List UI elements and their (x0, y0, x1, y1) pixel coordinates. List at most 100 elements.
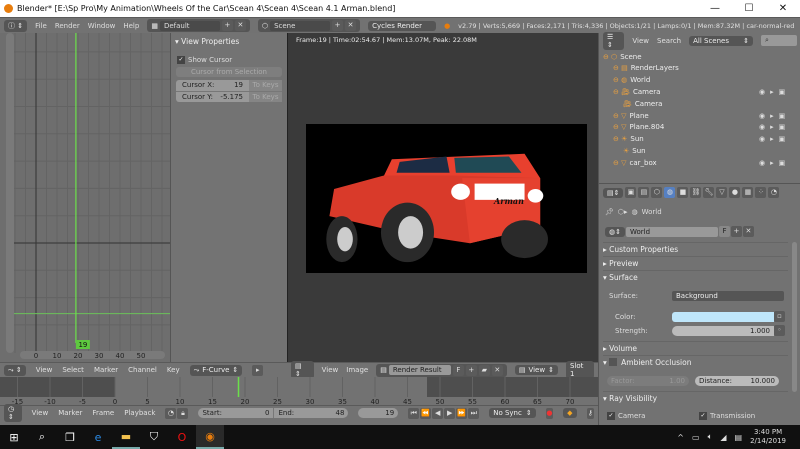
layout-name[interactable]: Default (159, 20, 220, 31)
scene-selector[interactable]: ⬡ Scene + ✕ (257, 19, 361, 32)
physics-tab-icon[interactable]: ◔ (768, 187, 780, 198)
editor-type-info[interactable]: ⓘ ⇕ (4, 19, 28, 32)
outliner-item[interactable]: ⊖ ☀ Sun ◉ ▸ ▣ (613, 134, 800, 145)
chevron-up-icon[interactable]: ^ (677, 433, 684, 442)
menu-marker[interactable]: Marker (94, 366, 118, 374)
jump-keyframe-back-icon[interactable]: ⏪ (420, 407, 432, 419)
outliner-item[interactable]: ☀ Sun (623, 145, 800, 156)
scene-tab-icon[interactable]: ⬡ (651, 187, 663, 198)
graph-canvas[interactable]: 14121086420-2-4-61901020304050 (0, 33, 170, 362)
surface-panel[interactable]: ▾ Surface (603, 270, 788, 283)
only-selected-icon[interactable]: ▸ (252, 364, 264, 376)
outliner-item[interactable]: ⊖ ▽ Plane.804 ◉ ▸ ▣ (613, 122, 800, 133)
unlink-icon[interactable]: ✕ (491, 364, 503, 376)
render-camera-icon[interactable]: ▣ (779, 159, 786, 167)
edge-icon[interactable]: e (84, 425, 112, 449)
search-input[interactable]: ⌕ (761, 35, 797, 46)
battery-icon[interactable]: ▭ (692, 433, 700, 442)
notifications-icon[interactable]: ▤ (735, 433, 743, 442)
layers-tab-icon[interactable]: ▤ (638, 187, 650, 198)
cursor-x-to-keys-button[interactable]: To Keys (249, 80, 282, 91)
menu-key[interactable]: Key (167, 366, 180, 374)
timeline-canvas[interactable]: -15 -10 -5 0 5 10 15 20 25 30 35 40 45 50 55 60 65 70 (0, 377, 800, 406)
end-frame-field[interactable]: End: 48 (273, 408, 349, 418)
outliner-item[interactable]: ⊖ ▽ Plane ◉ ▸ ▣ (613, 110, 800, 121)
particles-tab-icon[interactable]: ⁘ (755, 187, 767, 198)
open-folder-icon[interactable]: ▰ (478, 364, 490, 376)
render-camera-icon[interactable]: ▣ (779, 88, 786, 96)
sync-select[interactable]: No Sync ⇕ (489, 408, 536, 418)
ao-factor-field[interactable]: Factor: 1.00 (607, 375, 689, 386)
add-icon[interactable]: + (221, 20, 233, 31)
menu-help[interactable]: Help (123, 22, 139, 30)
visibility-eye-icon[interactable]: ◉ (759, 159, 765, 167)
wifi-icon[interactable]: ◢ (720, 433, 726, 442)
custom-properties-panel[interactable]: ▸ Custom Properties (603, 242, 788, 255)
ambient-occlusion-panel[interactable]: ▾ Ambient Occlusion (603, 355, 788, 368)
image-name[interactable]: Render Result (388, 365, 451, 375)
play-reverse-icon[interactable]: ◀ (432, 407, 444, 419)
opera-icon[interactable]: O (168, 425, 196, 449)
menu-frame[interactable]: Frame (92, 409, 114, 417)
object-tab-icon[interactable]: ■ (677, 187, 689, 198)
cursor-x-field[interactable]: Cursor X: 19 (176, 80, 249, 91)
menu-file[interactable]: File (35, 22, 47, 30)
preview-panel[interactable]: ▸ Preview (603, 256, 788, 269)
editor-type-timeline[interactable]: ◷ ⇕ (4, 404, 22, 422)
scene-name[interactable]: Scene (270, 20, 331, 31)
layout-selector[interactable]: ▦ Default + ✕ (147, 19, 250, 32)
menu-window[interactable]: Window (88, 22, 116, 30)
editor-type-graph[interactable]: ⤳ ⇕ (4, 364, 26, 376)
material-tab-icon[interactable]: ● (729, 187, 741, 198)
image-selector[interactable]: ▤ Render Result F + ▰ ✕ (376, 363, 507, 377)
texture-tab-icon[interactable]: ▦ (742, 187, 754, 198)
color-swatch[interactable] (672, 311, 774, 322)
menu-select[interactable]: Select (62, 366, 84, 374)
jump-start-icon[interactable]: ⏮ (408, 407, 420, 419)
outliner-item[interactable]: ⊖ ⬡ Scene (603, 51, 800, 62)
add-icon[interactable]: + (332, 20, 344, 31)
minimize-button[interactable]: — (698, 0, 732, 17)
cursor-y-to-keys-button[interactable]: To Keys (249, 91, 282, 102)
new-image-icon[interactable]: + (465, 364, 477, 376)
close-button[interactable]: ✕ (766, 0, 800, 17)
render-camera-icon[interactable]: ▣ (779, 123, 786, 131)
clock[interactable]: 3:40 PM 2/14/2019 (750, 428, 786, 446)
modifiers-tab-icon[interactable]: 🔧︎ (703, 187, 715, 198)
menu-search[interactable]: Search (657, 37, 681, 45)
view-mode-select[interactable]: ▤ View ⇕ (514, 365, 558, 375)
render-engine-select[interactable]: Cycles Render (368, 20, 437, 31)
menu-marker[interactable]: Marker (58, 409, 82, 417)
outliner-item[interactable]: ⊖ ◍ World (613, 75, 800, 86)
selectable-cursor-icon[interactable]: ▸ (770, 112, 774, 120)
keyframe-tool-icon[interactable]: ⚷ (586, 407, 594, 419)
volume-panel[interactable]: ▸ Volume (603, 341, 788, 354)
menu-render[interactable]: Render (55, 22, 80, 30)
graph-editor[interactable]: 14121086420-2-4-61901020304050 (0, 33, 170, 362)
outliner-item[interactable]: ⊖ ▤ RenderLayers (613, 63, 800, 74)
fake-user-button[interactable]: F (718, 226, 730, 237)
properties-scrollbar[interactable] (792, 242, 797, 392)
render-camera-icon[interactable]: ▣ (779, 135, 786, 143)
menu-image[interactable]: Image (346, 366, 368, 374)
start-icon[interactable]: ⊞ (0, 425, 28, 449)
visibility-eye-icon[interactable]: ◉ (759, 88, 765, 96)
surface-select[interactable]: Background (672, 290, 784, 301)
selectable-cursor-icon[interactable]: ▸ (770, 88, 774, 96)
strength-node-icon[interactable]: ◦ (774, 325, 785, 336)
visibility-eye-icon[interactable]: ◉ (759, 123, 765, 131)
data-tab-icon[interactable]: ▽ (716, 187, 728, 198)
remove-icon[interactable]: ✕ (345, 20, 357, 31)
play-icon[interactable]: ▶ (444, 407, 456, 419)
pin-icon[interactable]: 📌︎ (605, 208, 614, 216)
unlink-world-icon[interactable]: ✕ (742, 226, 754, 237)
menu-view[interactable]: View (322, 366, 339, 374)
task-view-icon[interactable]: ❐ (56, 425, 84, 449)
constraints-tab-icon[interactable]: ⛓ (690, 187, 702, 198)
new-world-icon[interactable]: + (730, 226, 742, 237)
remove-icon[interactable]: ✕ (234, 20, 246, 31)
volume-icon[interactable]: 🔈︎ (708, 432, 713, 442)
visibility-eye-icon[interactable]: ◉ (759, 112, 765, 120)
menu-view[interactable]: View (36, 366, 53, 374)
maximize-button[interactable]: ☐ (732, 0, 766, 17)
